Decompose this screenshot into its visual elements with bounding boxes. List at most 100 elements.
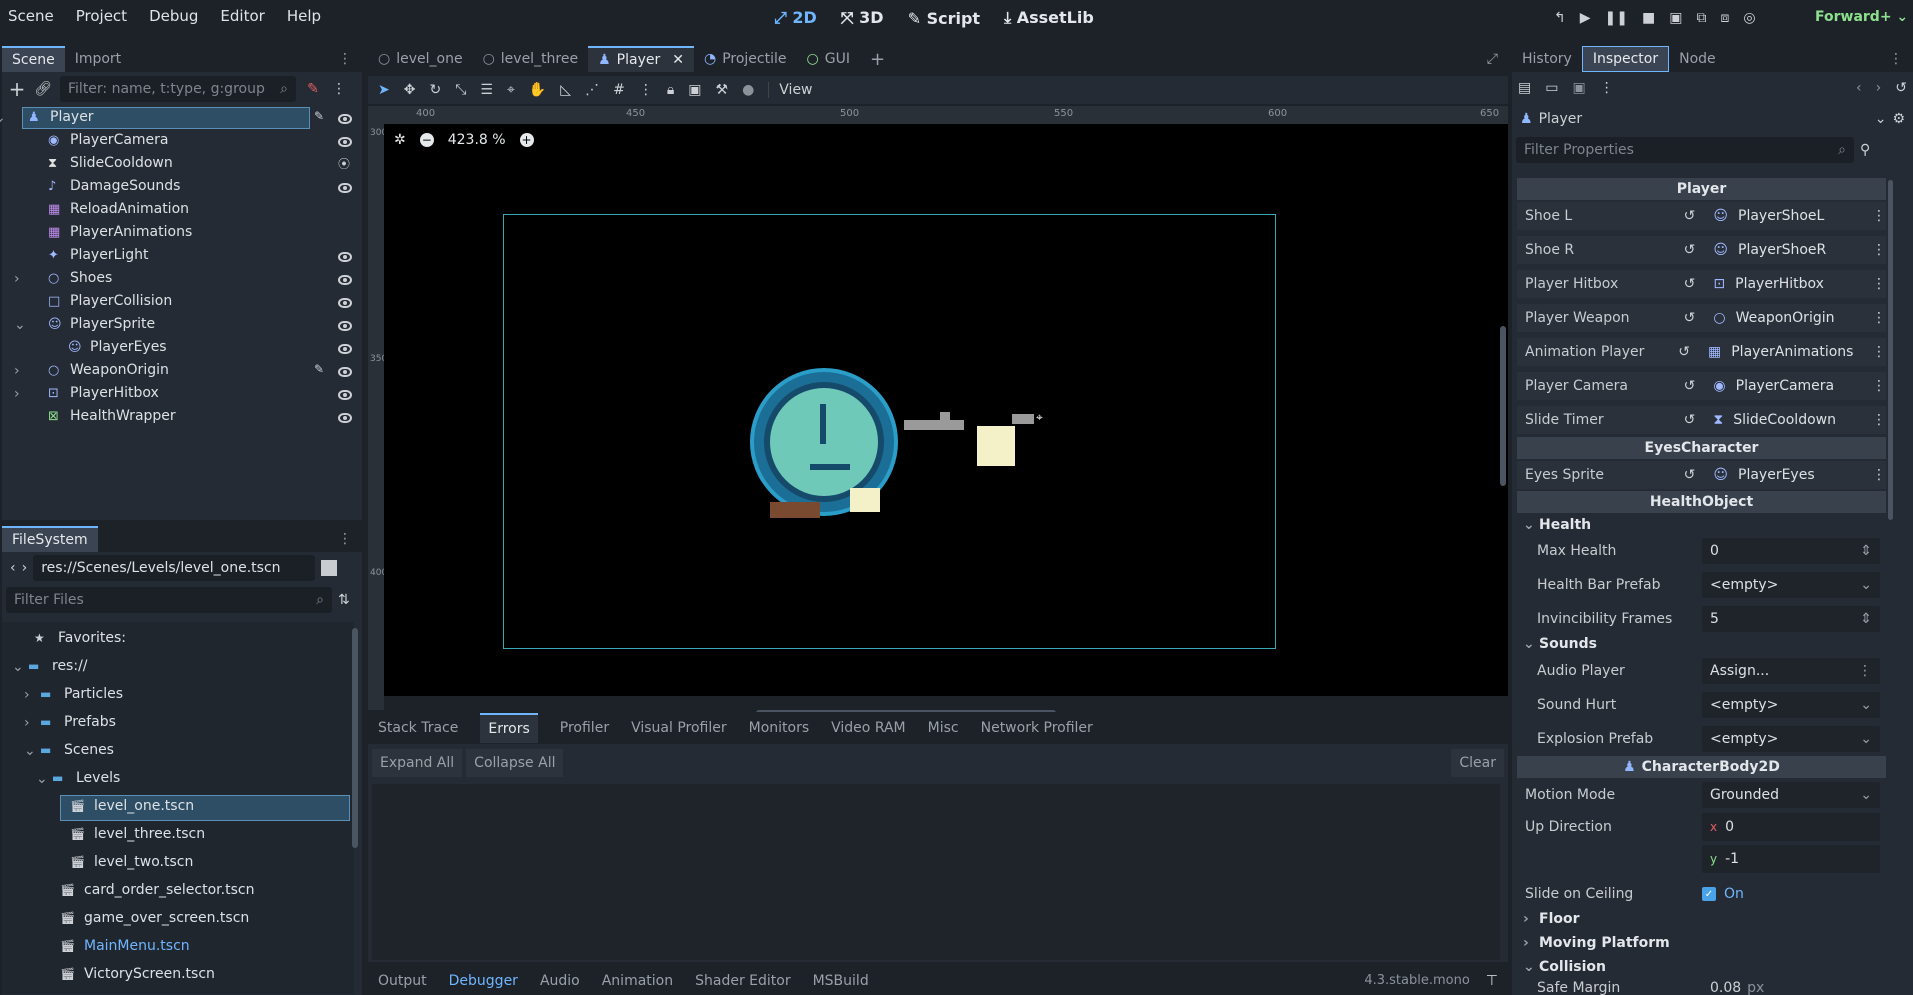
prop-player-hitbox-value[interactable]: ⊡ PlayerHitbox [1705, 271, 1860, 297]
close-icon[interactable]: ✕ [672, 52, 684, 68]
visibility-eye-icon[interactable] [338, 390, 352, 400]
chevron-down-icon[interactable]: ⌄ [1860, 731, 1872, 747]
menu-debug[interactable]: Debug [149, 7, 198, 25]
tab-level-three[interactable]: ○ level_three [473, 46, 589, 72]
prop-up-direction[interactable]: Up Direction x 0 y -1 [1517, 813, 1886, 873]
list-select-icon[interactable]: ☰ [480, 82, 493, 98]
canvas-area[interactable]: ✲ − 423.8 % + ⌖ [384, 124, 1508, 716]
revert-icon[interactable]: ↺ [1684, 242, 1696, 258]
script-icon[interactable]: ✎ [304, 80, 322, 98]
menu-scene[interactable]: Scene [8, 7, 54, 25]
visibility-eye-icon[interactable] [338, 321, 352, 331]
group-icon[interactable]: ▣ [688, 82, 701, 98]
play-custom-icon[interactable]: ▣ [1669, 10, 1682, 26]
pivot-tool-icon[interactable]: ⌖ [507, 82, 515, 98]
play-scene-icon[interactable]: ⧉ [1696, 10, 1706, 26]
workspace-3d[interactable]: ⤧ 3D [841, 8, 884, 28]
prop-max-health-value[interactable]: 0 ⇕ [1702, 538, 1880, 564]
scale-tool-icon[interactable]: ⤡ [455, 82, 466, 98]
file-item[interactable]: ⌄ ▬ Levels [2, 766, 354, 792]
tab-scene[interactable]: Scene [2, 46, 65, 72]
file-item[interactable]: 🎬︎ level_one.tscn [2, 794, 354, 821]
menu-help[interactable]: Help [287, 7, 321, 25]
collapse-all-button[interactable]: Collapse All [466, 749, 564, 777]
menu-editor[interactable]: Editor [220, 7, 264, 25]
section-player[interactable]: Player [1517, 178, 1886, 200]
prop-shoe-l-value[interactable]: ☺ PlayerShoeL [1705, 203, 1860, 229]
prop-slide-timer[interactable]: Slide Timer ↺ ⧗ SlideCooldown ⋮ [1517, 406, 1886, 434]
prop-audio-player-value[interactable]: Assign... ⋮ [1702, 658, 1880, 684]
canvas-viewport[interactable]: 400 450 500 550 600 650 300 350 400 ✲ − … [368, 106, 1508, 716]
layout-icon[interactable] [321, 560, 338, 576]
filter-options-icon[interactable]: ⚲ [1860, 142, 1870, 158]
menu-project[interactable]: Project [76, 7, 127, 25]
chevron-down-icon[interactable]: ⌄ [1860, 577, 1872, 593]
tab-animation[interactable]: Animation [602, 973, 673, 989]
tab-msbuild[interactable]: MSBuild [813, 973, 869, 989]
spinner-icon[interactable]: ⇕ [1860, 611, 1872, 627]
tab-video-ram[interactable]: Video RAM [831, 720, 906, 736]
path-input[interactable]: res://Scenes/Levels/level_one.tscn [33, 555, 316, 581]
expand-arrow-icon[interactable]: › [14, 386, 20, 402]
tab-inspector[interactable]: Inspector [1581, 46, 1670, 72]
fullscreen-icon[interactable]: ⤢ [1477, 46, 1508, 72]
tab-debugger[interactable]: Debugger [449, 973, 518, 989]
visibility-eye-icon[interactable] [338, 114, 352, 124]
prop-sound-hurt[interactable]: Sound Hurt <empty> ⌄ [1517, 691, 1886, 719]
pan-tool-icon[interactable]: ✋ [529, 82, 546, 98]
expand-arrow-icon[interactable]: ⌄ [14, 317, 26, 333]
v-scrollbar[interactable] [1500, 326, 1506, 486]
script-icon[interactable]: ✎ [314, 362, 324, 376]
new-resource-icon[interactable]: ▤ [1518, 80, 1531, 96]
section-eyes-character[interactable]: EyesCharacter [1517, 437, 1886, 459]
history-icon[interactable]: ↺ [1895, 80, 1907, 96]
ruler-tool-icon[interactable]: ◺ [560, 82, 571, 98]
prop-health-bar-prefab-value[interactable]: <empty> ⌄ [1702, 572, 1880, 598]
workspace-assetlib[interactable]: ⤓ AssetLib [1004, 8, 1094, 28]
player-sprite[interactable] [750, 368, 904, 520]
add-node-icon[interactable]: + [8, 77, 26, 101]
file-item[interactable]: ⌄ ▬ res:// [2, 654, 354, 680]
property-menu-icon[interactable]: ⋮ [1872, 208, 1886, 224]
object-selector[interactable]: ♟ Player ⌄ ⚙ [1512, 104, 1913, 134]
back-icon[interactable]: ‹ [1856, 80, 1862, 96]
prop-shoe-l[interactable]: Shoe L ↺ ☺ PlayerShoeL ⋮ [1517, 202, 1886, 230]
file-item[interactable]: 🎬︎ card_order_selector.tscn [2, 878, 354, 904]
prop-animation-player-value[interactable]: ▦ PlayerAnimations [1700, 339, 1860, 365]
revert-icon[interactable]: ↺ [1684, 378, 1696, 394]
version-label[interactable]: 4.3.stable.mono [1364, 973, 1469, 988]
visibility-eye-icon[interactable] [338, 275, 352, 285]
expand-arrow-icon[interactable]: › [14, 363, 20, 379]
resource-menu-icon[interactable]: ⋮ [1600, 80, 1614, 96]
file-item[interactable]: 🎬︎ level_two.tscn [2, 850, 354, 876]
property-menu-icon[interactable]: ⋮ [1872, 344, 1886, 360]
revert-icon[interactable]: ↺ [1684, 467, 1696, 483]
clear-button[interactable]: Clear [1451, 749, 1504, 777]
workspace-2d[interactable]: ⤢ 2D [774, 8, 817, 28]
pause-icon[interactable]: ❚❚ [1605, 10, 1628, 26]
expand-arrow-icon[interactable]: › [24, 687, 30, 703]
tab-monitors[interactable]: Monitors [749, 720, 810, 736]
open-icon[interactable]: ▭ [1545, 80, 1558, 96]
bone-icon[interactable]: ⚒ [716, 82, 729, 98]
inspector-scrollbar[interactable] [1888, 180, 1893, 520]
file-item[interactable]: 🎬︎ level_three.tscn [2, 822, 354, 848]
dock-menu-icon[interactable]: ⋮ [328, 46, 362, 72]
tab-level-one[interactable]: ○ level_one [368, 46, 473, 72]
prop-audio-player[interactable]: Audio Player Assign... ⋮ [1517, 657, 1886, 685]
prop-motion-mode-value[interactable]: Grounded ⌄ [1702, 782, 1880, 808]
object-tools-icon[interactable]: ⚙ [1892, 111, 1905, 127]
expand-arrow-icon[interactable]: ⌄ [12, 659, 24, 675]
group-moving-platform[interactable]: › Moving Platform [1517, 931, 1886, 955]
camera-override-icon[interactable]: ● [742, 82, 754, 98]
prop-sound-hurt-value[interactable]: <empty> ⌄ [1702, 692, 1880, 718]
tab-import[interactable]: Import [65, 46, 131, 72]
group-collision[interactable]: ⌄ Collision [1517, 955, 1886, 979]
play-current-icon[interactable]: ⧈ [1720, 10, 1729, 26]
movie-icon[interactable]: ◎ [1743, 10, 1755, 26]
rotate-tool-icon[interactable]: ↻ [429, 82, 441, 98]
forward-icon[interactable]: › [22, 560, 28, 576]
visibility-eye-icon[interactable] [338, 413, 352, 423]
file-scrollbar[interactable] [352, 628, 358, 848]
visibility-eye-icon[interactable] [338, 137, 352, 147]
